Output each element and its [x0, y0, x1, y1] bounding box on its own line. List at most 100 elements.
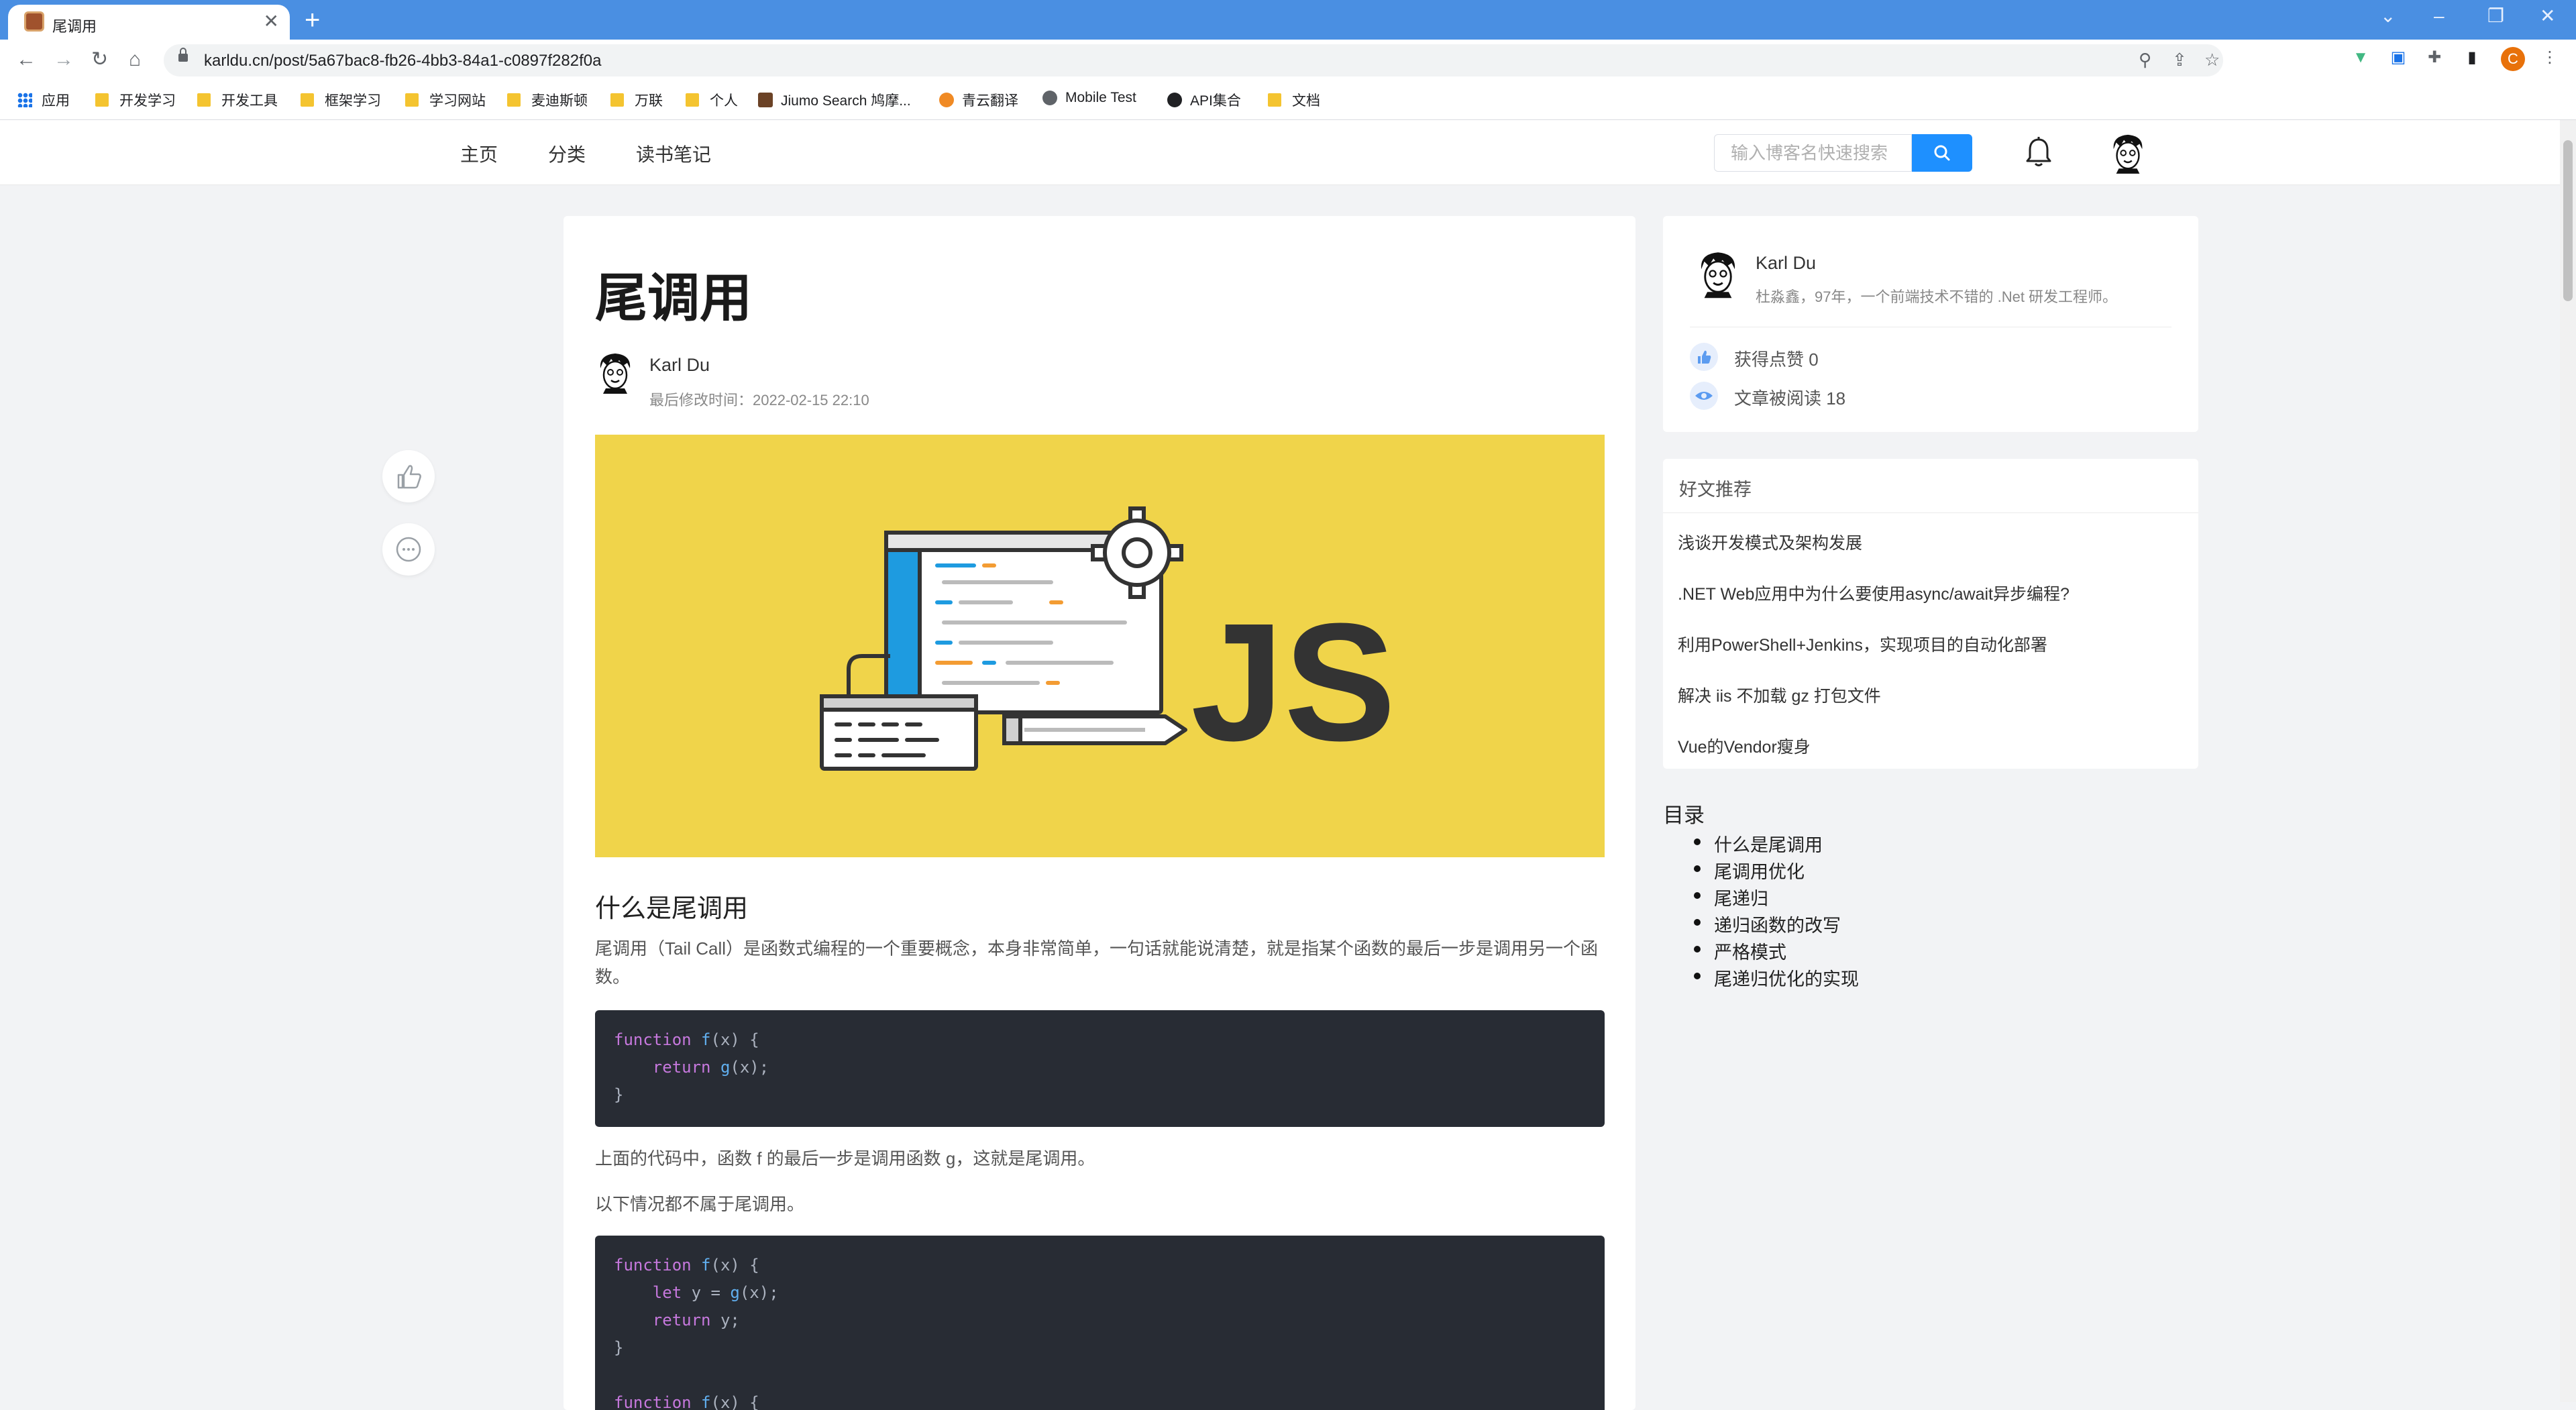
bookmark-api[interactable]: API集合	[1167, 90, 1241, 110]
cover-image: JS	[595, 435, 1605, 857]
section-heading-what-is-tail-call: 什么是尾调用	[595, 895, 749, 923]
bookmark-folder[interactable]: 学习网站	[405, 90, 486, 110]
close-tab-icon[interactable]: ✕	[264, 11, 279, 32]
bookmark-folder[interactable]: 开发学习	[95, 90, 176, 110]
profile-avatar[interactable]: C	[2501, 47, 2525, 71]
code-line: return y;	[652, 1311, 740, 1330]
nav-reading-notes[interactable]: 读书笔记	[636, 140, 711, 167]
lock-icon	[178, 48, 188, 62]
browser-toolbar: ← → ↻ ⌂ karldu.cn/post/5a67bac8-fb26-4bb…	[0, 40, 2576, 80]
function-name: g	[720, 1058, 731, 1077]
restore-icon[interactable]: ❐	[2487, 4, 2504, 28]
bookmark-folder[interactable]: 万联	[610, 90, 663, 110]
tab-title: 尾调用	[52, 18, 97, 35]
blog-search-input[interactable]	[1714, 134, 1912, 172]
nav-category[interactable]: 分类	[548, 140, 586, 167]
recommended-post-link[interactable]: .NET Web应用中为什么要使用async/await异步编程?	[1678, 581, 2070, 605]
bookmark-folder[interactable]: 个人	[686, 90, 738, 110]
home-icon[interactable]: ⌂	[129, 46, 141, 73]
code-block: function f(x) { let y = g(x); return y; …	[595, 1236, 1605, 1410]
address-bar[interactable]: karldu.cn/post/5a67bac8-fb26-4bb3-84a1-c…	[164, 44, 2223, 76]
keyword-function: function	[614, 1030, 692, 1049]
article-paragraph: 上面的代码中，函数 f 的最后一步是调用函数 g，这就是尾调用。	[595, 1148, 1095, 1169]
folder-icon	[405, 93, 419, 107]
folder-icon	[686, 93, 699, 107]
toc-item[interactable]: 尾递归	[1694, 884, 1768, 910]
nav-home[interactable]: 主页	[460, 140, 498, 167]
recommended-post-link[interactable]: 解决 iis 不加载 gz 打包文件	[1678, 683, 1881, 707]
code-line: function f(x) {	[614, 1030, 759, 1049]
code-line: function f(x) {	[614, 1389, 759, 1410]
code-line: }	[614, 1085, 624, 1104]
search-icon	[1934, 145, 1950, 161]
toc-item[interactable]: 严格模式	[1694, 938, 1786, 964]
tab-search-chevron-down-icon[interactable]: ⌄	[2380, 4, 2396, 28]
folder-icon	[507, 93, 521, 107]
recommended-posts-card: 好文推荐 浅谈开发模式及架构发展 .NET Web应用中为什么要使用async/…	[1663, 459, 2198, 769]
zoom-icon[interactable]: ⚲	[2139, 50, 2151, 70]
modified-time: 最后修改时间：2022-02-15 22:10	[649, 392, 869, 409]
function-name: f	[701, 1256, 711, 1275]
scrollbar-thumb[interactable]	[2563, 140, 2573, 301]
thumbs-up-icon	[397, 465, 421, 489]
minimize-icon[interactable]: –	[2434, 4, 2445, 28]
recommended-post-link[interactable]: Vue的Vendor瘦身	[1678, 734, 1811, 758]
reads-count: 文章被阅读 18	[1734, 388, 1846, 409]
author-card-name[interactable]: Karl Du	[1756, 253, 1816, 274]
article-paragraph: 以下情况都不属于尾调用。	[595, 1194, 805, 1214]
code-block: function f(x) { return g(x); }	[595, 1010, 1605, 1127]
bell-icon[interactable]	[2024, 136, 2053, 168]
new-tab-icon[interactable]: +	[305, 5, 320, 35]
side-panel-icon[interactable]: ▮	[2462, 48, 2482, 68]
bookmark-star-icon[interactable]: ☆	[2204, 50, 2220, 70]
bookmark-folder[interactable]: 框架学习	[301, 90, 381, 110]
author-name[interactable]: Karl Du	[649, 355, 710, 376]
article-title: 尾调用	[595, 268, 753, 327]
reload-icon[interactable]: ↻	[91, 46, 108, 73]
menu-dots-icon[interactable]: ⋮	[2540, 48, 2560, 68]
article-paragraph: 尾调用（Tail Call）是函数式编程的一个重要概念，本身非常简单，一句话就能…	[595, 938, 1599, 987]
bookmark-mobile-test[interactable]: Mobile Test	[1042, 90, 1136, 106]
comment-icon	[396, 537, 421, 562]
comment-button[interactable]	[382, 523, 435, 576]
author-avatar-icon[interactable]	[595, 350, 635, 394]
bookmark-folder[interactable]: 麦迪斯顿	[507, 90, 588, 110]
bookmark-apps[interactable]: 应用	[17, 90, 70, 110]
recommended-heading: 好文推荐	[1679, 480, 1752, 500]
toc-item[interactable]: 递归函数的改写	[1694, 911, 1841, 937]
javascript-illustration-icon: JS	[820, 506, 1396, 775]
keyword-function: function	[614, 1256, 692, 1275]
toc-item[interactable]: 尾递归优化的实现	[1694, 965, 1859, 991]
extensions-puzzle-icon[interactable]: ✚	[2424, 48, 2445, 68]
like-button[interactable]	[382, 450, 435, 502]
keyword-let: let	[652, 1283, 682, 1302]
bookmark-qingyun[interactable]: 青云翻译	[939, 90, 1018, 110]
eye-icon	[1690, 382, 1718, 410]
toc-item[interactable]: 什么是尾调用	[1694, 830, 1823, 857]
function-name: g	[730, 1283, 740, 1302]
share-icon[interactable]: ⇪	[2172, 50, 2187, 70]
folder-icon	[1268, 93, 1281, 107]
bookmark-folder[interactable]: 开发工具	[197, 90, 278, 110]
bookmark-jiumo[interactable]: Jiumo Search 鸠摩...	[758, 90, 911, 110]
github-icon	[1167, 93, 1182, 107]
forward-icon[interactable]: →	[54, 46, 74, 73]
page-scrollbar[interactable]	[2560, 120, 2576, 1402]
recommended-post-link[interactable]: 利用PowerShell+Jenkins，实现项目的自动化部署	[1678, 632, 2047, 656]
translate-icon[interactable]: ▣	[2388, 48, 2408, 68]
code-line: function f(x) {	[614, 1256, 759, 1275]
code-line: return g(x);	[652, 1058, 769, 1077]
toc-item[interactable]: 尾调用优化	[1694, 857, 1805, 883]
browser-tab[interactable]: 尾调用 ✕	[8, 5, 290, 40]
bookmark-folder[interactable]: 文档	[1268, 90, 1320, 110]
site-favicon-icon	[24, 11, 44, 32]
recommended-post-link[interactable]: 浅谈开发模式及架构发展	[1678, 530, 1862, 554]
search-button[interactable]	[1912, 134, 1972, 172]
likes-count: 获得点赞 0	[1734, 349, 1819, 370]
article-card: 尾调用 Karl Du 最后修改时间：2022-02-15 22:10 JS 什…	[564, 216, 1635, 1410]
vue-devtools-icon[interactable]: ▼	[2351, 48, 2371, 68]
back-icon[interactable]: ←	[16, 46, 36, 73]
close-window-icon[interactable]: ✕	[2540, 4, 2555, 28]
user-avatar-icon[interactable]	[2108, 132, 2147, 174]
author-avatar-icon[interactable]	[1695, 248, 1741, 299]
